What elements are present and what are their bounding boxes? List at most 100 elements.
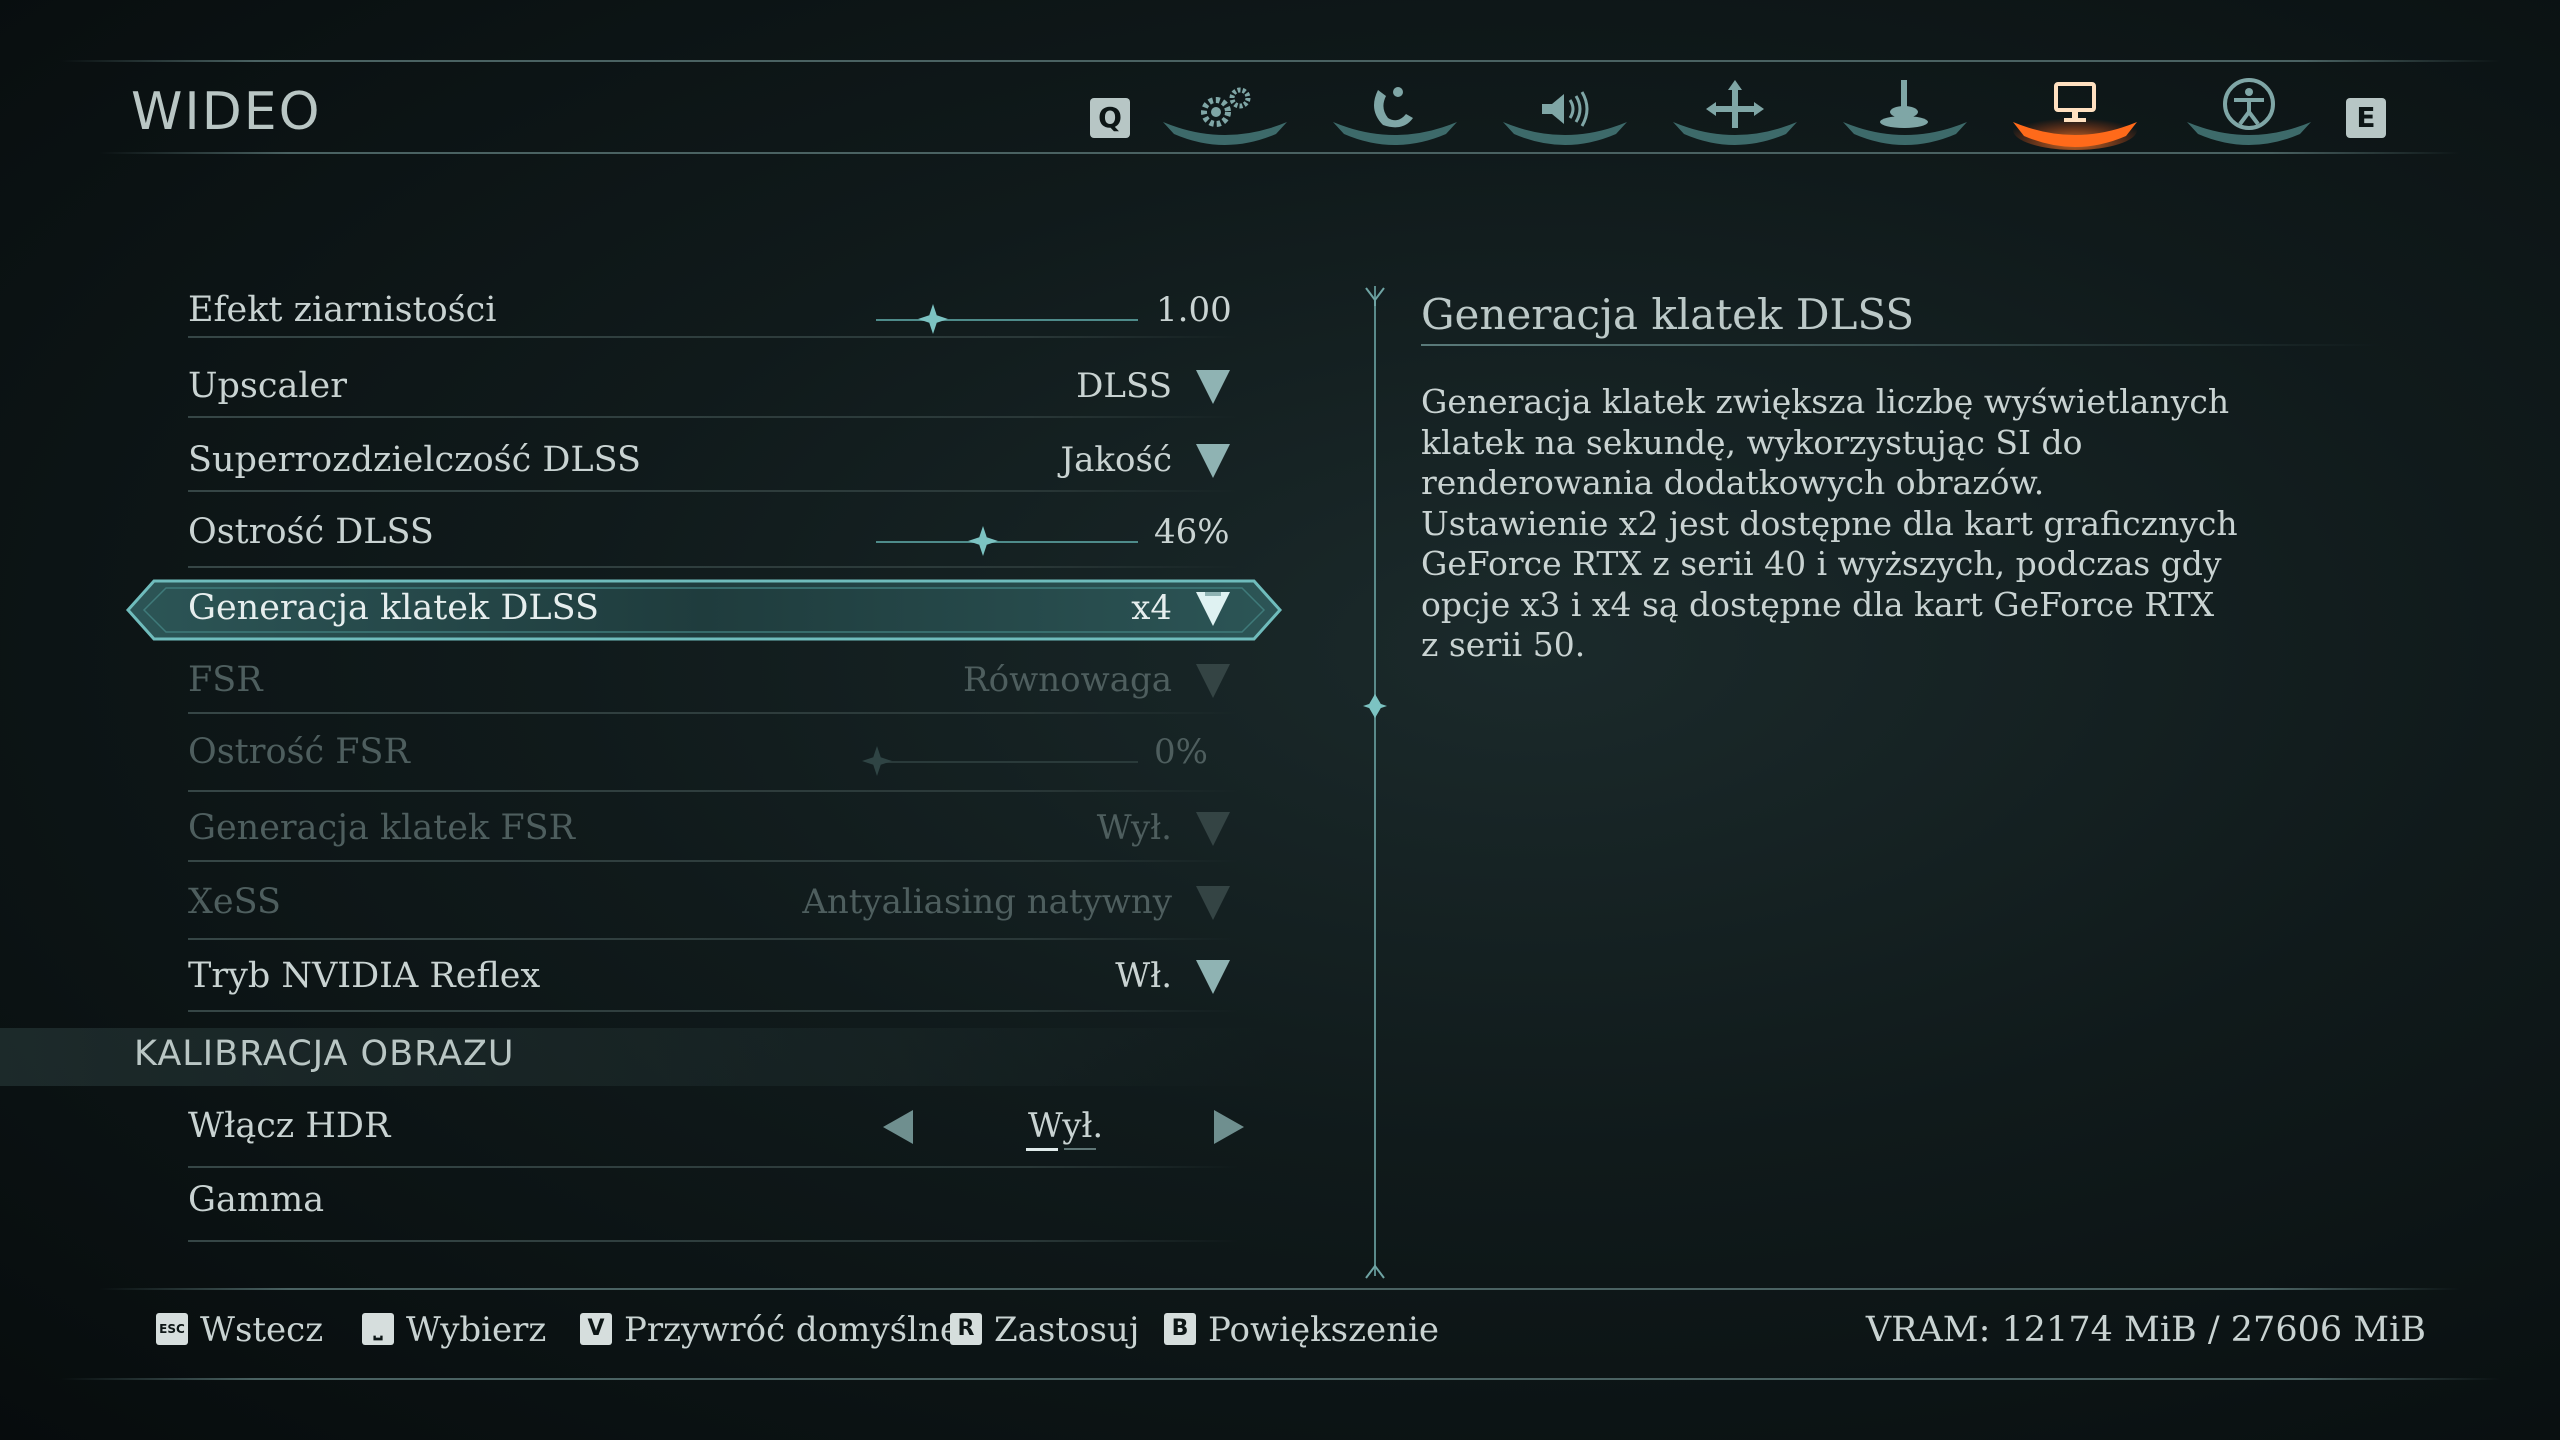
dropdown-arrow-icon[interactable] [1196, 444, 1230, 478]
setting-label: Upscaler [188, 366, 347, 406]
setting-row-dlss-sharpness[interactable]: Ostrość DLSS 46% [188, 502, 1238, 574]
setting-row-enable-hdr[interactable]: Włącz HDR Wył. [188, 1096, 1244, 1168]
dropdown-arrow-icon[interactable] [1196, 664, 1230, 698]
accessibility-icon [2187, 78, 2311, 145]
vram-readout: VRAM: 12174 MiB / 27606 MiB [1865, 1310, 2426, 1350]
setting-label: Generacja klatek FSR [188, 808, 575, 848]
tab-controller[interactable] [1328, 70, 1462, 150]
page-title: WIDEO [131, 82, 322, 142]
gears-icon [1163, 87, 1287, 145]
tab-accessibility[interactable] [2182, 70, 2316, 150]
section-title: KALIBRACJA OBRAZU [134, 1034, 515, 1074]
dropdown-arrow-icon[interactable] [1196, 812, 1230, 846]
setting-row-dlss-super-resolution[interactable]: Superrozdzielczość DLSS Jakość [188, 430, 1238, 502]
setting-row-nvidia-reflex[interactable]: Tryb NVIDIA Reflex Wł. [188, 946, 1238, 1018]
tab-input[interactable] [1838, 70, 1972, 150]
tab-video[interactable] [2008, 70, 2142, 150]
setting-row-fsr-sharpness[interactable]: Ostrość FSR 0% [188, 722, 1238, 794]
setting-label: Gamma [188, 1180, 325, 1220]
description-title: Generacja klatek DLSS [1421, 290, 1915, 339]
slider-track[interactable] [876, 541, 1138, 543]
footer-label: Powiększenie [1208, 1310, 1440, 1350]
footer-select[interactable]: ⎵ Wybierz [362, 1310, 546, 1350]
setting-value: Antyaliasing natywny [802, 882, 1172, 922]
r-key-icon: R [950, 1313, 982, 1345]
scroll-divider [1363, 286, 1387, 1279]
setting-row-gamma[interactable]: Gamma [188, 1170, 1238, 1242]
setting-label: Generacja klatek DLSS [188, 588, 599, 628]
setting-value: Wył. [1096, 808, 1172, 848]
row-divider [188, 416, 1238, 418]
setting-row-fsr[interactable]: FSR Równowaga [188, 650, 1238, 722]
dropdown-arrow-icon[interactable] [1196, 592, 1230, 626]
row-divider [188, 566, 1238, 568]
option-indicator-active [1026, 1148, 1058, 1151]
slider-value: 0% [1154, 732, 1208, 772]
footer-label: Wybierz [406, 1310, 547, 1350]
bottom-frame-line [60, 1378, 2500, 1380]
setting-row-upscaler[interactable]: Upscaler DLSS [188, 356, 1238, 428]
setting-label: Superrozdzielczość DLSS [188, 440, 642, 480]
setting-label: Ostrość FSR [188, 732, 410, 772]
description-underline [1421, 344, 2381, 346]
row-divider [188, 1166, 1238, 1168]
dropdown-arrow-icon[interactable] [1196, 886, 1230, 920]
tab-audio[interactable] [1498, 70, 1632, 150]
top-frame-line [60, 60, 2500, 62]
row-divider [188, 790, 1238, 792]
setting-label: Tryb NVIDIA Reflex [188, 956, 541, 996]
setting-row-dlss-frame-generation[interactable]: Generacja klatek DLSS x4 [188, 578, 1238, 650]
footer-apply[interactable]: R Zastosuj [950, 1310, 1139, 1350]
description-body: Generacja klatek zwiększa liczbę wyświet… [1421, 382, 2238, 664]
footer-back[interactable]: ESC Wstecz [156, 1310, 323, 1350]
setting-value: Jakość [1060, 440, 1172, 480]
slider-knob[interactable] [862, 746, 892, 776]
setting-row-fsr-frame-generation[interactable]: Generacja klatek FSR Wył. [188, 798, 1238, 870]
tab-general[interactable] [1158, 70, 1292, 150]
setting-label: Ostrość DLSS [188, 512, 434, 552]
footer-zoom[interactable]: B Powiększenie [1164, 1310, 1439, 1350]
footer-label: Zastosuj [994, 1310, 1140, 1350]
joystick-icon [1843, 80, 1967, 145]
next-option-arrow-icon[interactable] [1214, 1110, 1244, 1144]
dropdown-arrow-icon[interactable] [1196, 960, 1230, 994]
setting-value: x4 [1131, 588, 1172, 628]
footer-label: Wstecz [200, 1310, 324, 1350]
footer-label: Przywróć domyślne [624, 1310, 960, 1350]
slider-track[interactable] [876, 761, 1138, 763]
space-key-icon: ⎵ [362, 1313, 394, 1345]
option-indicator-inactive [1064, 1148, 1096, 1150]
slider-knob[interactable] [968, 526, 998, 556]
row-divider [188, 1010, 1238, 1012]
dpad-icon [1673, 80, 1797, 145]
setting-value: Wył. [1028, 1106, 1104, 1146]
header-underline [100, 152, 2460, 154]
prev-option-arrow-icon[interactable] [883, 1110, 913, 1144]
b-key-icon: B [1164, 1313, 1196, 1345]
row-divider [188, 1240, 1238, 1242]
setting-row-xess[interactable]: XeSS Antyaliasing natywny [188, 872, 1238, 944]
setting-value: DLSS [1076, 366, 1172, 406]
speaker-icon [1503, 91, 1627, 145]
setting-label: FSR [188, 660, 263, 700]
slider-value: 46% [1154, 512, 1230, 552]
tab-movement[interactable] [1668, 70, 1802, 150]
esc-key-icon: ESC [156, 1313, 188, 1345]
slider-knob[interactable] [918, 304, 948, 334]
row-divider [188, 490, 1238, 492]
dropdown-arrow-icon[interactable] [1196, 370, 1230, 404]
row-divider [188, 712, 1238, 714]
row-divider [188, 938, 1238, 940]
row-divider [188, 860, 1238, 862]
controller-icon [1333, 87, 1457, 145]
setting-label: Efekt ziarnistości [188, 290, 497, 330]
monitor-icon [2013, 82, 2137, 150]
next-tab-key[interactable]: E [2346, 98, 2386, 138]
setting-row-film-grain[interactable]: Efekt ziarnistości 1.00 [188, 280, 1238, 352]
footer-restore-defaults[interactable]: V Przywróć domyślne [580, 1310, 960, 1350]
v-key-icon: V [580, 1313, 612, 1345]
slider-track[interactable] [876, 319, 1138, 321]
row-divider [188, 336, 1238, 338]
prev-tab-key[interactable]: Q [1090, 98, 1130, 138]
setting-value: Równowaga [963, 660, 1172, 700]
